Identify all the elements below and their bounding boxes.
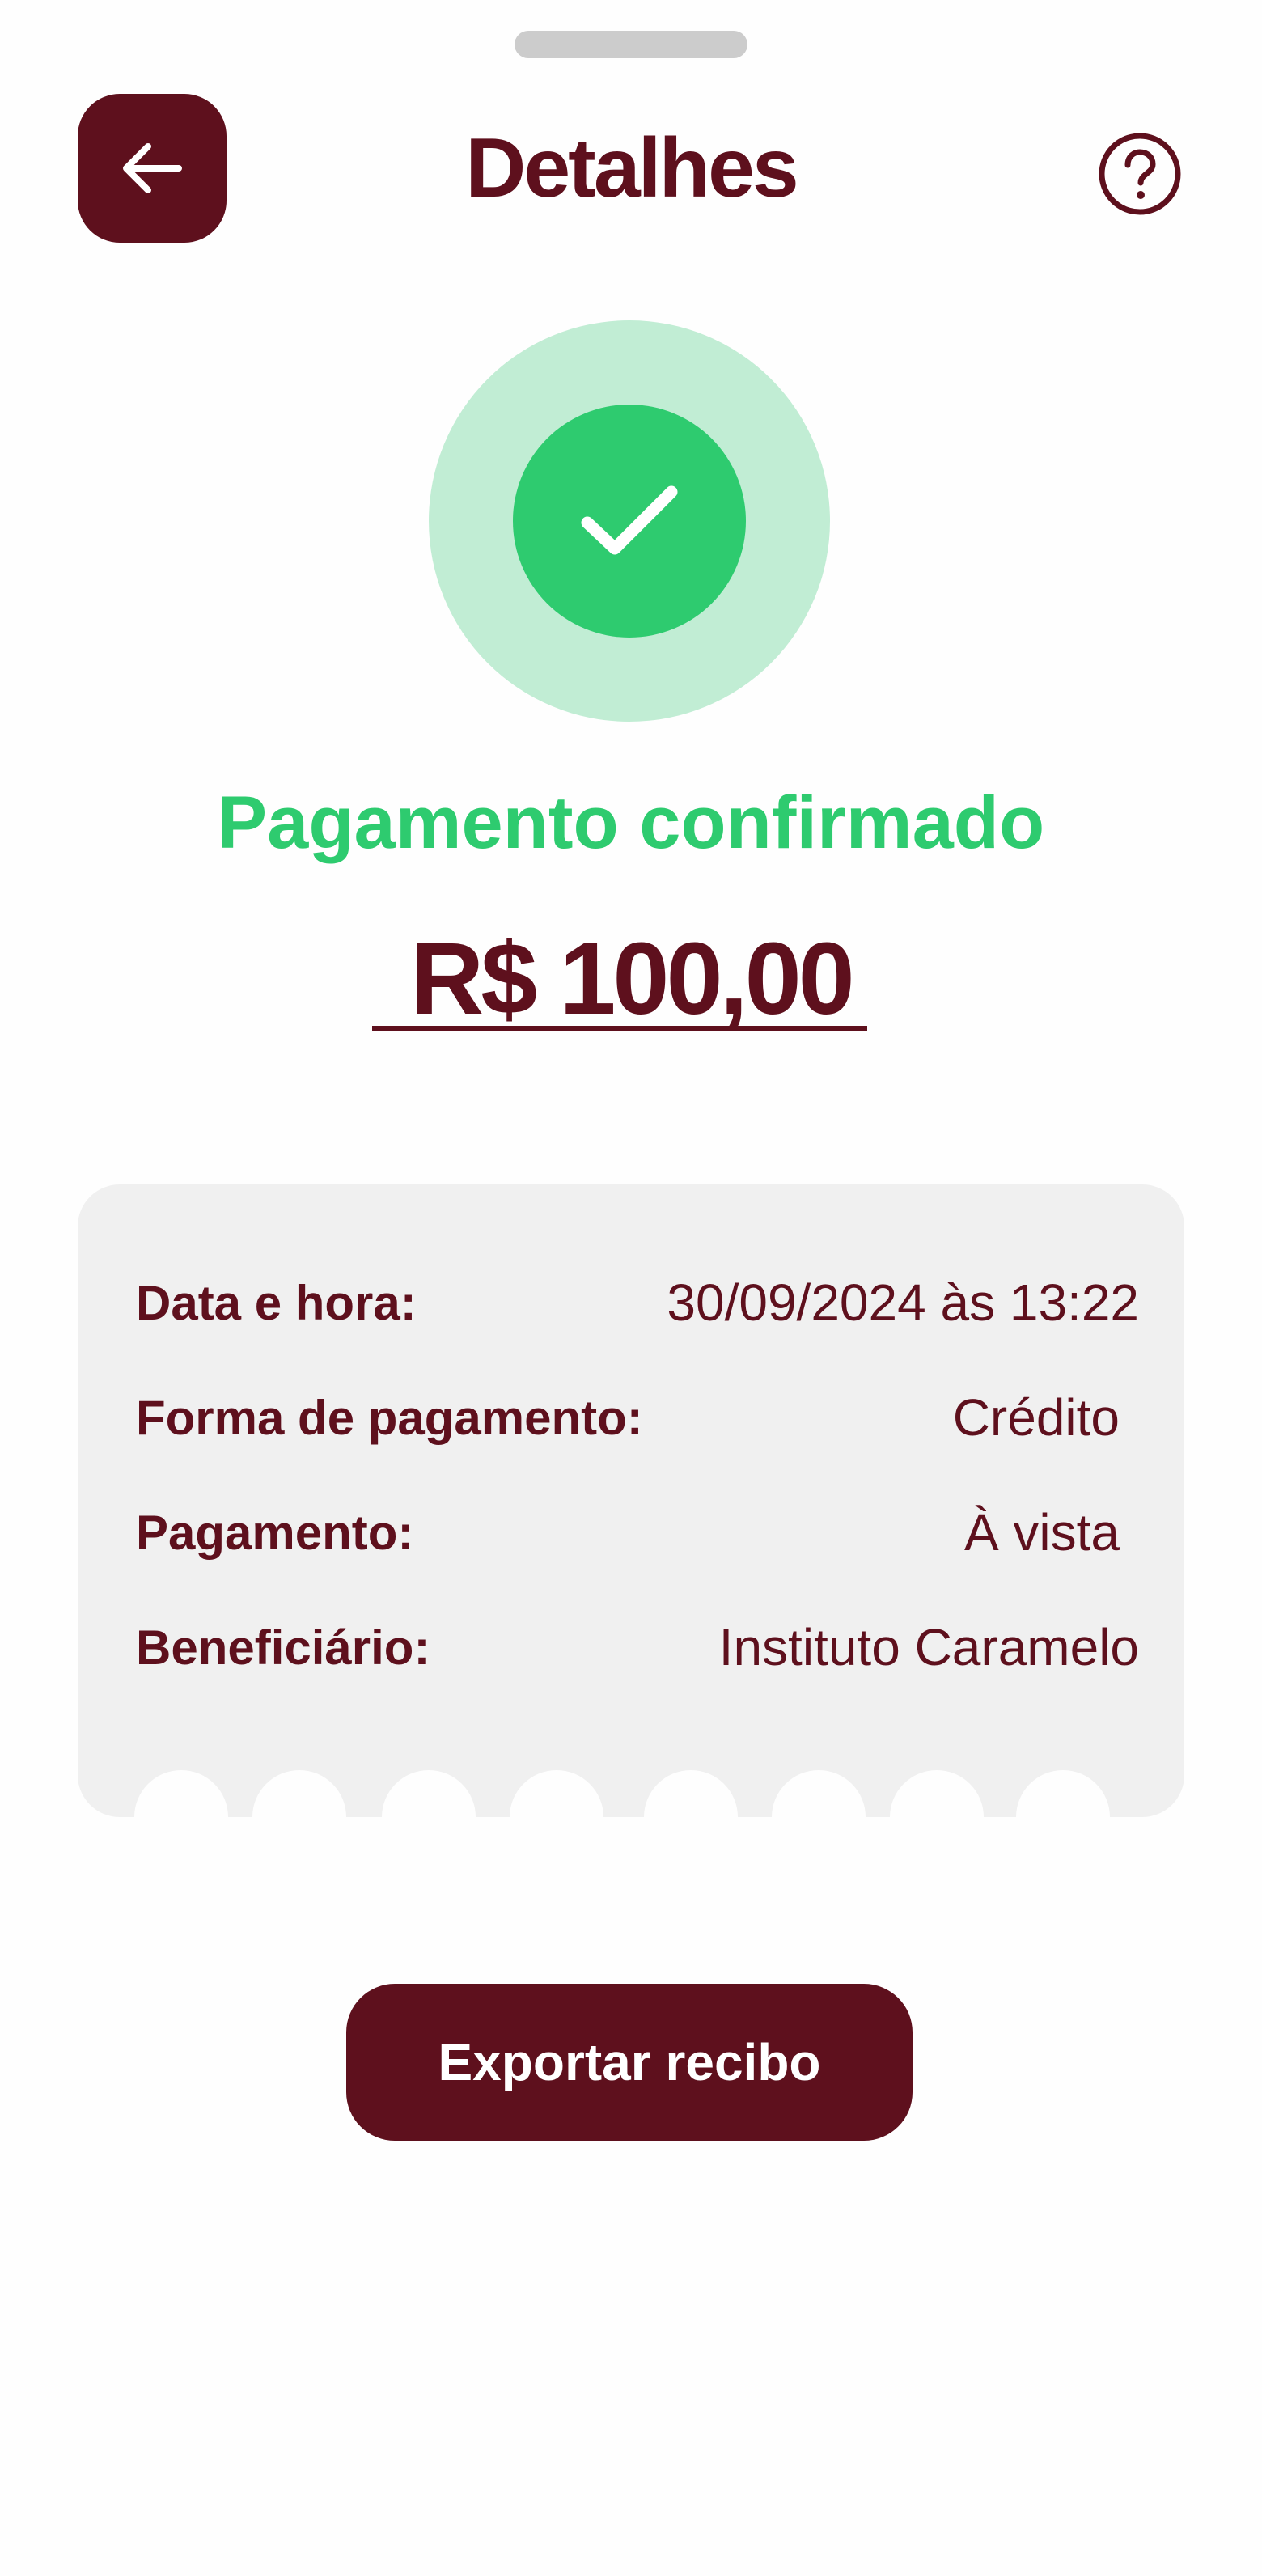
detail-label: Beneficiário: (136, 1620, 430, 1675)
check-icon (581, 485, 678, 555)
receipt-edge-notch (252, 1770, 346, 1817)
detail-label: Data e hora: (136, 1275, 417, 1330)
receipt-edge-notch (772, 1770, 866, 1817)
detail-row-date: Data e hora: 30/09/2024 às 13:22 (136, 1262, 1139, 1343)
receipt-edge-notch (510, 1770, 603, 1817)
detail-row-payment-method: Forma de pagamento: Crédito (136, 1377, 1139, 1458)
help-button[interactable] (1097, 131, 1183, 217)
help-circle-icon (1099, 133, 1181, 215)
payment-amount: R$ 100,00 (410, 922, 854, 1036)
detail-value: Instituto Caramelo (718, 1618, 1139, 1676)
receipt-edge-notch (644, 1770, 738, 1817)
detail-row-payment-type: Pagamento: À vista (136, 1492, 1139, 1573)
payment-status-message: Pagamento confirmado (217, 782, 1045, 864)
receipt-edge-notch (890, 1770, 984, 1817)
back-button[interactable] (78, 94, 227, 243)
detail-value: À vista (963, 1503, 1120, 1561)
page-title: Detalhes (465, 121, 799, 215)
detail-label: Pagamento: (136, 1505, 414, 1560)
receipt-edge-notch (382, 1770, 476, 1817)
receipt-edge-notch (134, 1770, 228, 1817)
receipt-card: Data e hora: 30/09/2024 às 13:22 Forma d… (78, 1184, 1184, 1817)
detail-value: Crédito (952, 1388, 1120, 1447)
detail-label: Forma de pagamento: (136, 1390, 643, 1445)
detail-value: 30/09/2024 às 13:22 (667, 1273, 1139, 1332)
amount-underline (372, 1026, 867, 1031)
detail-row-beneficiary: Beneficiário: Instituto Caramelo (136, 1607, 1139, 1688)
arrow-left-icon (123, 143, 182, 193)
sheet-grabber[interactable] (515, 31, 747, 58)
export-receipt-button[interactable]: Exportar recibo (346, 1984, 913, 2141)
receipt-edge-notch (1016, 1770, 1110, 1817)
success-indicator (513, 405, 746, 638)
